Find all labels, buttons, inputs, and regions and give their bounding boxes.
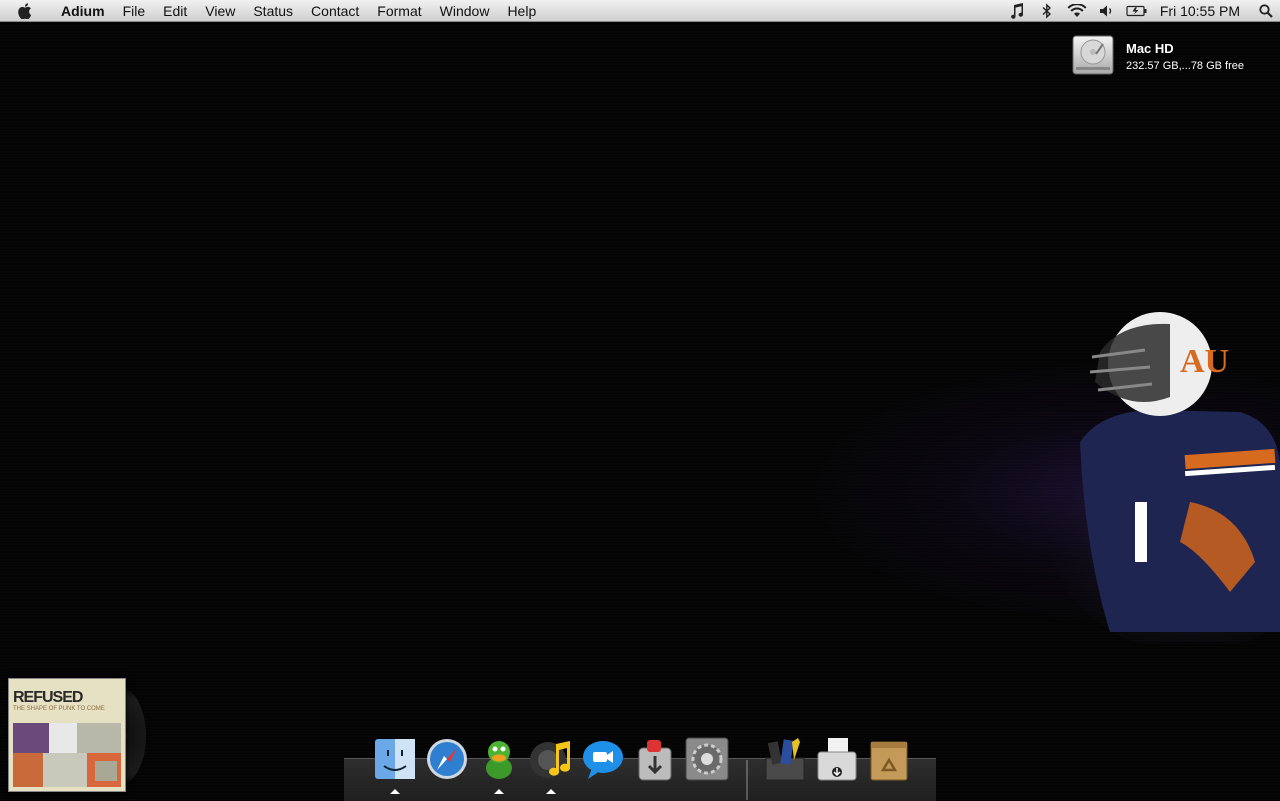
documents-stack-icon[interactable] — [762, 736, 808, 782]
menu-status[interactable]: Status — [244, 0, 302, 22]
volume-icon[interactable] — [1092, 0, 1122, 22]
wifi-icon[interactable] — [1062, 0, 1092, 22]
menu-contact[interactable]: Contact — [302, 0, 368, 22]
trash-icon[interactable] — [866, 736, 912, 782]
finder-running-indicator — [390, 789, 400, 794]
itunes-icon[interactable] — [528, 736, 574, 782]
finder-icon[interactable] — [372, 736, 418, 782]
svg-text:AU: AU — [1180, 343, 1229, 380]
battery-icon[interactable] — [1122, 0, 1152, 22]
wallpaper-player-art: AU — [1050, 312, 1280, 642]
transmit-icon[interactable] — [632, 736, 678, 782]
downloads-stack-icon[interactable] — [814, 736, 860, 782]
menu-format[interactable]: Format — [368, 0, 430, 22]
menu-help[interactable]: Help — [498, 0, 545, 22]
dock-separator — [746, 760, 748, 800]
album-band-name: REFUSED — [13, 689, 83, 706]
adium-running-indicator — [494, 789, 504, 794]
desktop: AU — [0, 22, 1280, 800]
hard-drive-icon — [1072, 35, 1114, 75]
adium-icon[interactable] — [476, 736, 522, 782]
menu-edit[interactable]: Edit — [154, 0, 196, 22]
menu-app-name[interactable]: Adium — [52, 0, 114, 22]
safari-icon[interactable] — [424, 736, 470, 782]
menu-file[interactable]: File — [114, 0, 155, 22]
drive-name: Mac HD — [1126, 41, 1174, 56]
bluetooth-icon[interactable] — [1032, 0, 1062, 22]
drive-info: 232.57 GB,...78 GB free — [1126, 60, 1245, 72]
itunes-running-indicator — [546, 789, 556, 794]
menu-view[interactable]: View — [196, 0, 244, 22]
menu-bar: Adium File Edit View Status Contact Form… — [0, 0, 1280, 22]
desktop-drive-mac-hd[interactable]: Mac HD 232.57 GB,...78 GB free — [1070, 32, 1244, 78]
album-art-widget[interactable]: REFUSED THE SHAPE OF PUNK TO COME — [8, 678, 126, 792]
ichat-icon[interactable] — [580, 736, 626, 782]
music-note-icon[interactable] — [1002, 0, 1032, 22]
apple-menu-icon[interactable] — [18, 2, 38, 19]
menu-window[interactable]: Window — [431, 0, 499, 22]
album-title: THE SHAPE OF PUNK TO COME — [13, 706, 105, 712]
menu-clock[interactable]: Fri 10:55 PM — [1152, 0, 1252, 22]
system-preferences-icon[interactable] — [684, 736, 730, 782]
spotlight-search-icon[interactable] — [1252, 3, 1280, 18]
menu-extras: Fri 10:55 PM — [1002, 0, 1280, 22]
drive-labels: Mac HD 232.57 GB,...78 GB free — [1126, 41, 1244, 72]
